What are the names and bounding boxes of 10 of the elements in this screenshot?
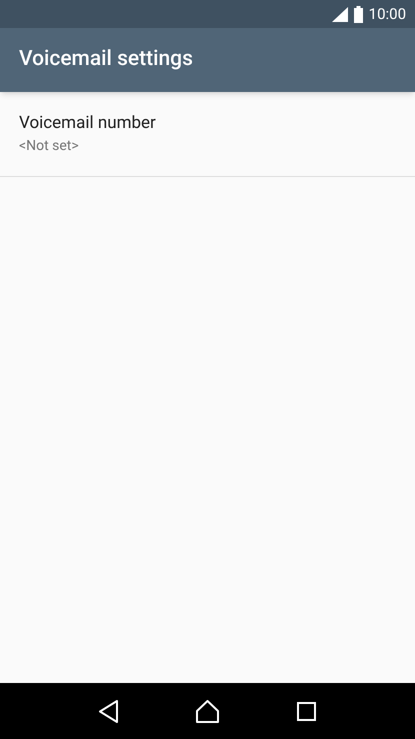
battery-icon (354, 6, 363, 22)
setting-title: Voicemail number (19, 112, 157, 135)
home-icon[interactable] (196, 700, 219, 722)
back-icon[interactable] (99, 700, 118, 722)
clock-time: 10:00 (368, 4, 406, 25)
recents-icon[interactable] (297, 702, 316, 720)
setting-summary: <Not set> (19, 137, 80, 156)
signal-icon (332, 6, 348, 22)
screen-title: Voicemail settings (19, 46, 193, 74)
settings-item[interactable]: Voicemail number <Not set> (0, 92, 415, 177)
